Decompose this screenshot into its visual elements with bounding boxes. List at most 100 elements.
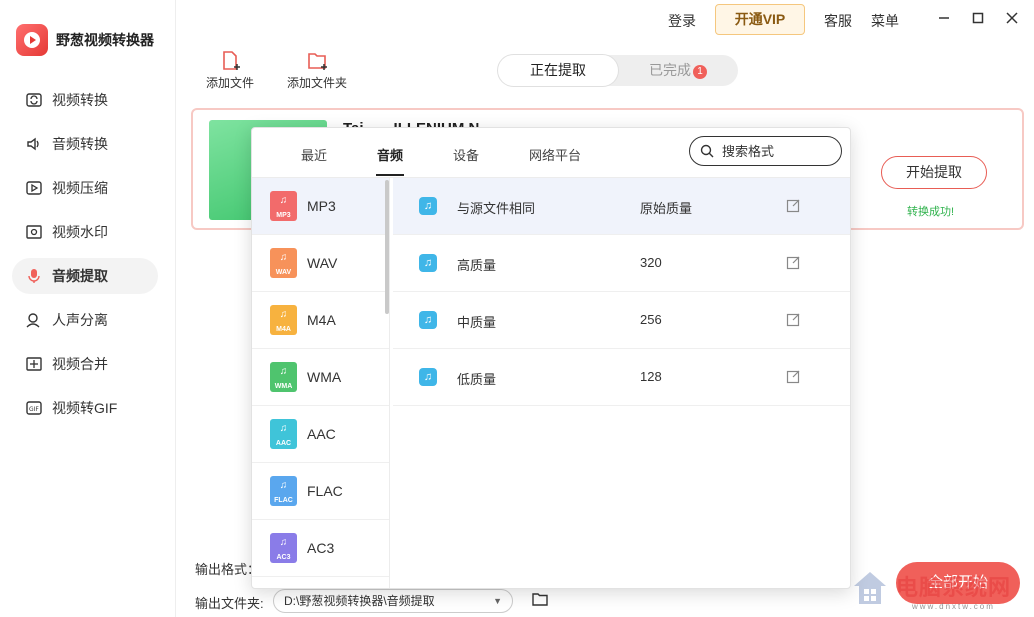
sidebar-item-label: 视频合并: [52, 356, 108, 372]
success-status: 转换成功!: [907, 206, 955, 218]
sidebar-nav: 视频转换音频转换视频压缩视频水印音频提取人声分离视频合并 GIF 视频转GIF: [12, 82, 158, 434]
format-item-wav[interactable]: ♫ WAV WAV: [252, 235, 389, 292]
format-list: ♫ MP3 MP3 ♫ WAV WAV ♫ M4A M4A ♫ WMA WMA ♫ AAC AAC ♫ FLAC…: [252, 178, 390, 588]
sidebar-item-label: 视频转换: [52, 92, 108, 108]
watermark-url: www.dnxtw.com: [912, 602, 995, 611]
sidebar-item-vocal-separation[interactable]: 人声分离: [12, 302, 158, 338]
format-icon-ext: FLAC: [274, 497, 293, 504]
format-name: M4A: [307, 312, 336, 328]
start-extract-button[interactable]: 开始提取: [881, 156, 987, 189]
tab-recent[interactable]: 最近: [301, 145, 327, 164]
edit-icon[interactable]: [786, 255, 801, 273]
aac-file-icon: ♫ AAC: [270, 419, 297, 449]
audio-extract-icon: [24, 266, 44, 286]
tab-done[interactable]: 已完成 1: [618, 55, 738, 86]
menu-link[interactable]: 菜单: [871, 11, 899, 31]
edit-icon[interactable]: [786, 312, 801, 330]
quality-list: ♫ 与源文件相同 原始质量 ♫ 高质量 320 ♫ 中质量 256 ♫ 低质量 128: [393, 178, 850, 406]
sidebar-item-audio-convert[interactable]: 音频转换: [12, 126, 158, 162]
format-list-scrollbar[interactable]: [385, 180, 389, 314]
add-folder-label: 添加文件夹: [287, 76, 348, 90]
svg-text:GIF: GIF: [29, 406, 39, 413]
video-compress-icon: [24, 178, 44, 198]
done-count-badge: 1: [693, 65, 707, 79]
format-item-wma[interactable]: ♫ WMA WMA: [252, 349, 389, 406]
app-name: 野葱视频转换器: [56, 32, 154, 48]
sidebar-item-label: 视频压缩: [52, 180, 108, 196]
sidebar-item-audio-extract[interactable]: 音频提取: [12, 258, 158, 294]
format-item-aac[interactable]: ♫ AAC AAC: [252, 406, 389, 463]
service-link[interactable]: 客服: [824, 11, 852, 31]
edit-icon[interactable]: [786, 198, 801, 216]
tab-extracting[interactable]: 正在提取: [498, 55, 618, 86]
add-folder-button[interactable]: 添加文件夹: [287, 50, 347, 91]
tab-audio[interactable]: 音频: [377, 145, 403, 164]
vip-button[interactable]: 开通VIP: [715, 4, 805, 35]
edit-icon[interactable]: [786, 369, 801, 387]
quality-row[interactable]: ♫ 中质量 256: [393, 292, 850, 349]
watermark-house-icon: [854, 572, 886, 604]
app-logo-icon: [16, 24, 48, 56]
wav-file-icon: ♫ WAV: [270, 248, 297, 278]
sidebar-item-video-convert[interactable]: 视频转换: [12, 82, 158, 118]
maximize-icon[interactable]: [968, 8, 988, 28]
search-icon: [700, 144, 714, 158]
m4a-file-icon: ♫ M4A: [270, 305, 297, 335]
quality-name: 与源文件相同: [457, 201, 536, 216]
tab-platform[interactable]: 网络平台: [529, 145, 581, 164]
sidebar-item-video-merge[interactable]: 视频合并: [12, 346, 158, 382]
sidebar-item-video-to-gif[interactable]: GIF 视频转GIF: [12, 390, 158, 426]
active-tab-indicator: [376, 174, 404, 176]
add-file-button[interactable]: 添加文件: [206, 50, 254, 91]
format-name: FLAC: [307, 483, 343, 499]
format-name: WMA: [307, 369, 342, 385]
sidebar: 野葱视频转换器 视频转换 音频转换 视频压缩 视频水印 音频提取 人声分离 视频合并 GIF 视…: [0, 0, 176, 617]
format-icon-ext: WAV: [275, 269, 292, 276]
quality-name: 低质量: [457, 372, 497, 387]
sidebar-item-label: 人声分离: [52, 312, 108, 328]
format-icon-ext: AAC: [275, 440, 292, 447]
format-item-flac[interactable]: ♫ FLAC FLAC: [252, 463, 389, 520]
output-folder-label: 输出文件夹:: [195, 596, 264, 611]
video-to-gif-icon: GIF: [24, 398, 44, 418]
format-name: AAC: [307, 426, 336, 442]
tab-device[interactable]: 设备: [453, 145, 479, 164]
sidebar-item-video-compress[interactable]: 视频压缩: [12, 170, 158, 206]
format-item-ac3[interactable]: ♫ AC3 AC3: [252, 520, 389, 577]
login-link[interactable]: 登录: [668, 11, 696, 31]
format-item-mp3[interactable]: ♫ MP3 MP3: [252, 178, 389, 235]
search-input[interactable]: [722, 142, 832, 160]
brand: 野葱视频转换器: [16, 24, 154, 56]
sidebar-item-label: 音频提取: [52, 268, 108, 284]
sidebar-item-label: 视频转GIF: [52, 400, 118, 416]
quality-row[interactable]: ♫ 高质量 320: [393, 235, 850, 292]
add-file-label: 添加文件: [206, 76, 255, 90]
quality-row[interactable]: ♫ 与源文件相同 原始质量: [393, 178, 850, 235]
sidebar-item-video-watermark[interactable]: 视频水印: [12, 214, 158, 250]
quality-row[interactable]: ♫ 低质量 128: [393, 349, 850, 406]
output-path-value: D:\野葱视频转换器\音频提取: [284, 594, 435, 608]
quality-bitrate: 256: [640, 312, 662, 327]
format-item-m4a[interactable]: ♫ M4A M4A: [252, 292, 389, 349]
minimize-icon[interactable]: [934, 8, 954, 28]
format-icon-ext: AC3: [276, 554, 291, 561]
format-icon-ext: MP3: [276, 212, 291, 219]
open-folder-icon[interactable]: [532, 592, 548, 611]
video-watermark-icon: [24, 222, 44, 242]
music-note-icon: ♫: [419, 197, 437, 215]
format-name: MP3: [307, 198, 336, 214]
format-search[interactable]: [689, 136, 842, 166]
format-popup: 最近 音频 设备 网络平台 ♫MP3MP3♫WAVWAV♫M4AM4A♫WMAW…: [251, 127, 851, 589]
sidebar-item-label: 视频水印: [52, 224, 108, 240]
video-convert-icon: [24, 90, 44, 110]
tab-done-label: 已完成: [649, 62, 691, 78]
music-note-icon: ♫: [419, 311, 437, 329]
format-tabs: 最近 音频 设备 网络平台: [252, 128, 850, 178]
add-folder-icon: [287, 50, 347, 74]
output-path-select[interactable]: D:\野葱视频转换器\音频提取 ▼: [273, 589, 513, 613]
close-icon[interactable]: [1002, 8, 1022, 28]
video-merge-icon: [24, 354, 44, 374]
music-note-icon: ♫: [419, 368, 437, 386]
sidebar-item-label: 音频转换: [52, 136, 108, 152]
audio-convert-icon: [24, 134, 44, 154]
